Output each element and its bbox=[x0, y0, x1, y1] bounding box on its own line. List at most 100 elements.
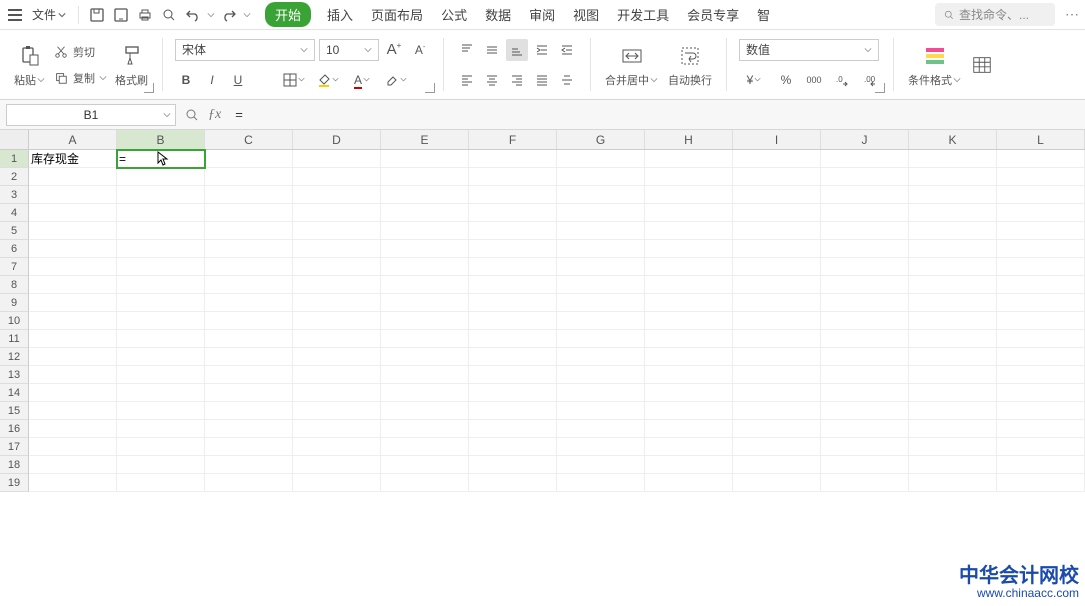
cell-K19[interactable] bbox=[909, 474, 997, 492]
cell-C7[interactable] bbox=[205, 258, 293, 276]
paste-button[interactable]: 粘贴 bbox=[12, 40, 47, 90]
cell-A6[interactable] bbox=[29, 240, 117, 258]
cell-E11[interactable] bbox=[381, 330, 469, 348]
thousands-button[interactable]: 000 bbox=[803, 69, 825, 91]
cell-J12[interactable] bbox=[821, 348, 909, 366]
tab-home[interactable]: 开始 bbox=[265, 2, 311, 27]
cell-I7[interactable] bbox=[733, 258, 821, 276]
cell-K15[interactable] bbox=[909, 402, 997, 420]
cell-D9[interactable] bbox=[293, 294, 381, 312]
cell-B4[interactable] bbox=[117, 204, 205, 222]
zoom-fx-icon[interactable] bbox=[184, 107, 200, 123]
cell-A10[interactable] bbox=[29, 312, 117, 330]
cell-E17[interactable] bbox=[381, 438, 469, 456]
cell-E4[interactable] bbox=[381, 204, 469, 222]
cell-B2[interactable] bbox=[117, 168, 205, 186]
row-header[interactable]: 16 bbox=[0, 420, 29, 438]
cell-B17[interactable] bbox=[117, 438, 205, 456]
tab-developer[interactable]: 开发工具 bbox=[615, 1, 671, 28]
cell-F18[interactable] bbox=[469, 456, 557, 474]
cell-B16[interactable] bbox=[117, 420, 205, 438]
align-top-button[interactable] bbox=[456, 39, 478, 61]
cell-D19[interactable] bbox=[293, 474, 381, 492]
cell-J6[interactable] bbox=[821, 240, 909, 258]
row-header[interactable]: 10 bbox=[0, 312, 29, 330]
currency-button[interactable]: ¥ bbox=[739, 69, 769, 91]
cell-B19[interactable] bbox=[117, 474, 205, 492]
cell-H14[interactable] bbox=[645, 384, 733, 402]
cell-D3[interactable] bbox=[293, 186, 381, 204]
cell-A11[interactable] bbox=[29, 330, 117, 348]
undo-icon[interactable] bbox=[183, 5, 203, 25]
shrink-font-button[interactable]: A- bbox=[409, 39, 431, 61]
cell-B11[interactable] bbox=[117, 330, 205, 348]
cell-F12[interactable] bbox=[469, 348, 557, 366]
cell-E19[interactable] bbox=[381, 474, 469, 492]
cell-B10[interactable] bbox=[117, 312, 205, 330]
number-format-select[interactable]: 数值 bbox=[739, 39, 879, 61]
align-middle-button[interactable] bbox=[481, 39, 503, 61]
cell-K3[interactable] bbox=[909, 186, 997, 204]
save-icon[interactable] bbox=[87, 5, 107, 25]
cell-A12[interactable] bbox=[29, 348, 117, 366]
cell-G11[interactable] bbox=[557, 330, 645, 348]
cell-E13[interactable] bbox=[381, 366, 469, 384]
cell-J13[interactable] bbox=[821, 366, 909, 384]
cell-I4[interactable] bbox=[733, 204, 821, 222]
cell-H7[interactable] bbox=[645, 258, 733, 276]
cell-B15[interactable] bbox=[117, 402, 205, 420]
row-header[interactable]: 8 bbox=[0, 276, 29, 294]
conditional-format-button[interactable]: 条件格式 bbox=[906, 40, 963, 90]
cell-H10[interactable] bbox=[645, 312, 733, 330]
cell-E12[interactable] bbox=[381, 348, 469, 366]
cell-C14[interactable] bbox=[205, 384, 293, 402]
cell-J16[interactable] bbox=[821, 420, 909, 438]
cell-F19[interactable] bbox=[469, 474, 557, 492]
cell-I3[interactable] bbox=[733, 186, 821, 204]
cell-G15[interactable] bbox=[557, 402, 645, 420]
column-header-C[interactable]: C bbox=[205, 130, 293, 149]
cell-E16[interactable] bbox=[381, 420, 469, 438]
cell-F3[interactable] bbox=[469, 186, 557, 204]
cell-E3[interactable] bbox=[381, 186, 469, 204]
row-header[interactable]: 15 bbox=[0, 402, 29, 420]
cell-I8[interactable] bbox=[733, 276, 821, 294]
cell-C4[interactable] bbox=[205, 204, 293, 222]
row-header[interactable]: 6 bbox=[0, 240, 29, 258]
cell-J7[interactable] bbox=[821, 258, 909, 276]
cell-F11[interactable] bbox=[469, 330, 557, 348]
italic-button[interactable]: I bbox=[201, 69, 223, 91]
row-header[interactable]: 5 bbox=[0, 222, 29, 240]
cell-E5[interactable] bbox=[381, 222, 469, 240]
cell-H2[interactable] bbox=[645, 168, 733, 186]
cell-H11[interactable] bbox=[645, 330, 733, 348]
cell-A7[interactable] bbox=[29, 258, 117, 276]
cell-E10[interactable] bbox=[381, 312, 469, 330]
tab-more[interactable]: 智 bbox=[755, 1, 772, 28]
bold-button[interactable]: B bbox=[175, 69, 197, 91]
more-icon[interactable]: ⋯ bbox=[1065, 6, 1079, 23]
column-header-I[interactable]: I bbox=[733, 130, 821, 149]
row-header[interactable]: 12 bbox=[0, 348, 29, 366]
cell-K8[interactable] bbox=[909, 276, 997, 294]
cell-C6[interactable] bbox=[205, 240, 293, 258]
column-header-K[interactable]: K bbox=[909, 130, 997, 149]
cell-J11[interactable] bbox=[821, 330, 909, 348]
cell-C13[interactable] bbox=[205, 366, 293, 384]
cell-H18[interactable] bbox=[645, 456, 733, 474]
cell-G19[interactable] bbox=[557, 474, 645, 492]
cell-A13[interactable] bbox=[29, 366, 117, 384]
cell-G12[interactable] bbox=[557, 348, 645, 366]
print-icon[interactable] bbox=[135, 5, 155, 25]
cell-C5[interactable] bbox=[205, 222, 293, 240]
cell-K11[interactable] bbox=[909, 330, 997, 348]
cell-L7[interactable] bbox=[997, 258, 1085, 276]
file-menu[interactable]: 文件 bbox=[28, 6, 70, 23]
cell-I1[interactable] bbox=[733, 150, 821, 168]
column-header-F[interactable]: F bbox=[469, 130, 557, 149]
cell-H8[interactable] bbox=[645, 276, 733, 294]
cell-J2[interactable] bbox=[821, 168, 909, 186]
cell-G3[interactable] bbox=[557, 186, 645, 204]
cell-H3[interactable] bbox=[645, 186, 733, 204]
cell-C8[interactable] bbox=[205, 276, 293, 294]
